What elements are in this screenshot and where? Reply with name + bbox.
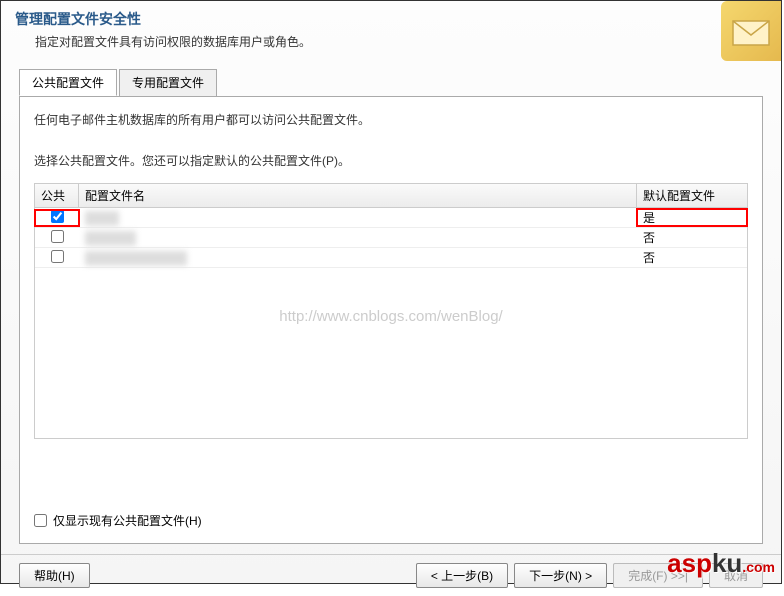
help-button[interactable]: 帮助(H) [19,563,90,588]
show-only-label: 仅显示现有公共配置文件(H) [53,512,202,529]
grid-body: ████ 是 ██████ 否 ████████████ 否 http://ww… [35,208,747,438]
tab-public-profiles[interactable]: 公共配置文件 [19,69,117,96]
finish-button: 完成(F) >>| [613,563,703,588]
cell-public-checkbox[interactable] [35,210,79,226]
watermark-text: http://www.cnblogs.com/wenBlog/ [35,308,747,325]
col-header-default[interactable]: 默认配置文件 [637,184,747,207]
tab-strip: 公共配置文件 专用配置文件 [19,69,763,97]
public-checkbox-1[interactable] [51,230,64,243]
wizard-footer: 帮助(H) < 上一步(B) 下一步(N) > 完成(F) >>| 取消 [1,554,781,596]
show-only-existing[interactable]: 仅显示现有公共配置文件(H) [34,512,202,529]
cell-default-profile[interactable]: 否 [637,249,747,266]
cell-default-profile[interactable]: 是 [637,209,747,226]
content-area: 公共配置文件 专用配置文件 任何电子邮件主机数据库的所有用户都可以访问公共配置文… [1,62,781,554]
public-checkbox-0[interactable] [51,210,64,223]
wizard-header: 管理配置文件安全性 指定对配置文件具有访问权限的数据库用户或角色。 [1,1,781,62]
table-row[interactable]: ████ 是 [35,208,747,228]
cell-profile-name: ████ [79,211,637,225]
back-button[interactable]: < 上一步(B) [416,563,508,588]
col-header-public[interactable]: 公共 [35,184,79,207]
cell-profile-name: ████████████ [79,251,637,265]
public-checkbox-2[interactable] [51,250,64,263]
panel-description-1: 任何电子邮件主机数据库的所有用户都可以访问公共配置文件。 [34,111,748,128]
col-header-name[interactable]: 配置文件名 [79,184,637,207]
show-only-checkbox[interactable] [34,514,47,527]
grid-header: 公共 配置文件名 默认配置文件 [35,184,747,208]
tab-panel: 任何电子邮件主机数据库的所有用户都可以访问公共配置文件。 选择公共配置文件。您还… [19,96,763,544]
cell-profile-name: ██████ [79,231,637,245]
page-title: 管理配置文件安全性 [15,9,767,29]
header-mail-icon [721,1,781,61]
cell-default-profile[interactable]: 否 [637,229,747,246]
page-subtitle: 指定对配置文件具有访问权限的数据库用户或角色。 [35,33,767,50]
table-row[interactable]: ██████ 否 [35,228,747,248]
cancel-button: 取消 [709,563,763,588]
table-row[interactable]: ████████████ 否 [35,248,747,268]
cell-public-checkbox[interactable] [35,250,79,266]
tab-private-profiles[interactable]: 专用配置文件 [119,69,217,96]
next-button[interactable]: 下一步(N) > [514,563,607,588]
cell-public-checkbox[interactable] [35,230,79,246]
panel-description-2: 选择公共配置文件。您还可以指定默认的公共配置文件(P)。 [34,152,748,169]
profiles-grid: 公共 配置文件名 默认配置文件 ████ 是 ██████ 否 [34,183,748,439]
wizard-window: 管理配置文件安全性 指定对配置文件具有访问权限的数据库用户或角色。 公共配置文件… [0,0,782,584]
